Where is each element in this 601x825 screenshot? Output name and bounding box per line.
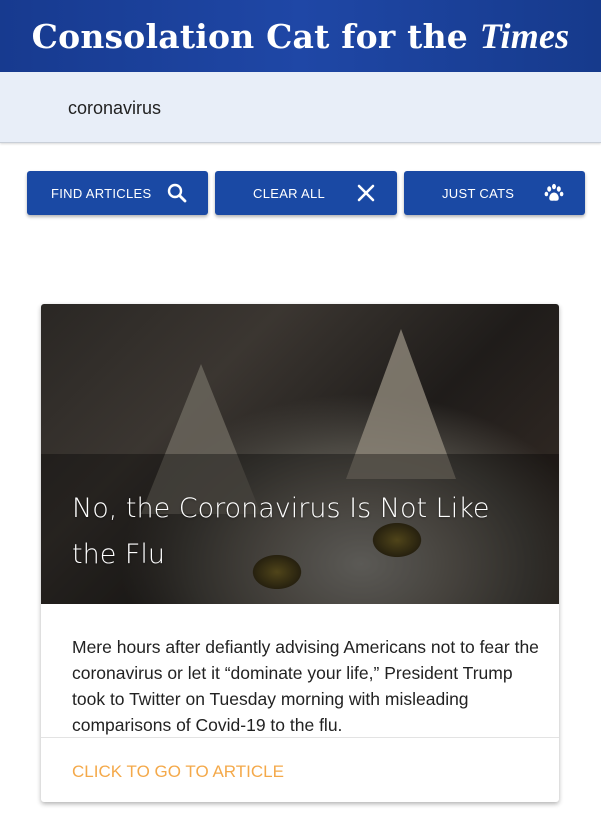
app-title-text: Consolation Cat for the bbox=[31, 17, 468, 56]
article-title: No, the Coronavirus Is Not Like the Flu bbox=[72, 493, 490, 570]
app-title-brand: Times bbox=[479, 16, 570, 56]
article-card: No, the Coronavirus Is Not Like the Flu … bbox=[41, 304, 559, 802]
find-articles-label: FIND ARTICLES bbox=[51, 185, 152, 201]
just-cats-label: JUST CATS bbox=[442, 185, 515, 201]
clear-all-label: CLEAR ALL bbox=[253, 185, 326, 201]
search-input[interactable] bbox=[68, 96, 548, 120]
card-divider bbox=[41, 737, 559, 738]
article-summary: Mere hours after defiantly advising Amer… bbox=[72, 637, 539, 735]
app-header: Consolation Cat for the Times bbox=[0, 0, 601, 72]
go-to-article-link[interactable]: CLICK TO GO TO ARTICLE bbox=[72, 762, 284, 782]
find-articles-button[interactable]: FIND ARTICLES bbox=[27, 171, 208, 215]
close-icon bbox=[356, 183, 376, 203]
search-bar bbox=[0, 72, 601, 143]
paw-icon bbox=[544, 183, 564, 203]
clear-all-button[interactable]: CLEAR ALL bbox=[215, 171, 397, 215]
search-icon bbox=[167, 183, 187, 203]
app-title: Consolation Cat for the Times bbox=[32, 15, 570, 57]
just-cats-button[interactable]: JUST CATS bbox=[404, 171, 585, 215]
